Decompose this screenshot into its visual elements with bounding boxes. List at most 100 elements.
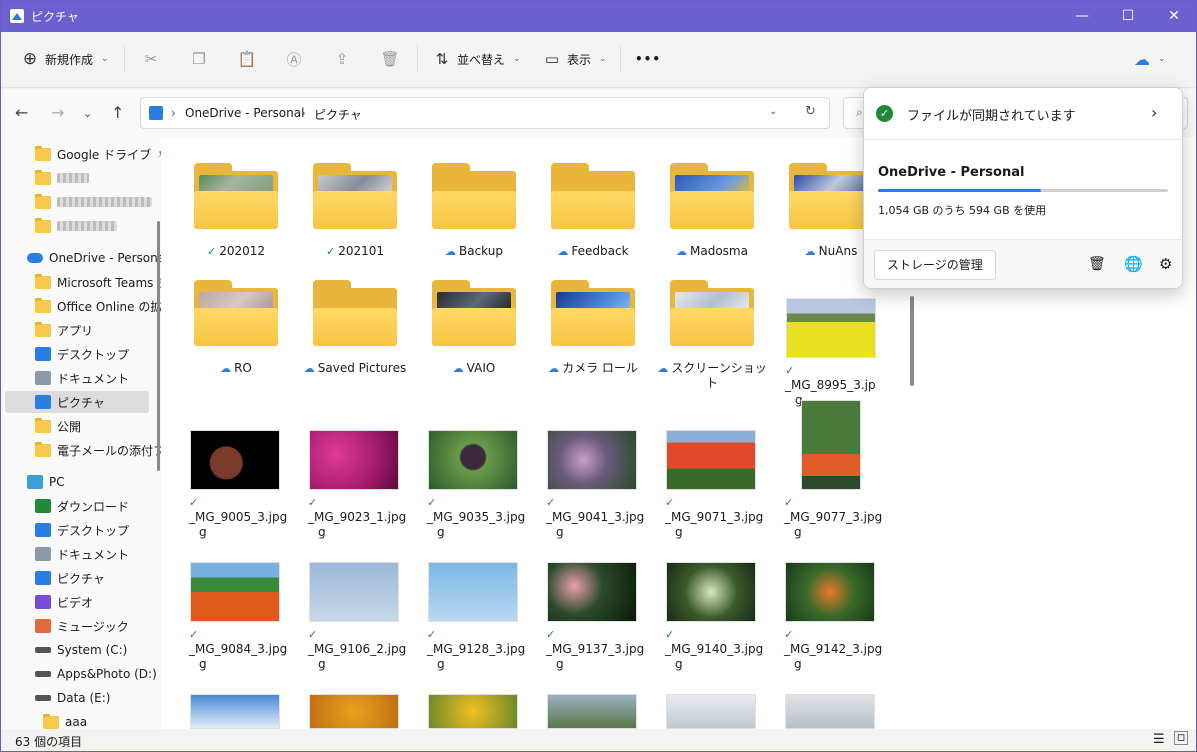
settings-gear-icon[interactable]: ⚙	[1159, 255, 1172, 273]
folder-tile[interactable]: ✓ 202012	[181, 151, 291, 261]
address-bar[interactable]: › OneDrive - Personal › ピクチャ ⌄ ↻	[140, 97, 830, 129]
paste-button[interactable]: 📋	[238, 42, 257, 76]
folder-tile[interactable]: ☁ Feedback	[538, 151, 648, 261]
folder-tile[interactable]: ☁ Saved Pictures	[300, 268, 410, 378]
sidebar-item-label: ダウンロード	[57, 499, 130, 514]
folder-tile[interactable]: ☁ Backup	[419, 151, 529, 261]
forward-arrow-icon[interactable]: →	[51, 103, 64, 122]
sidebar-item[interactable]	[35, 167, 89, 189]
manage-storage-button[interactable]: ストレージの管理	[874, 250, 996, 280]
breadcrumb-onedrive[interactable]: OneDrive - Personal	[185, 106, 304, 120]
address-dropdown-icon[interactable]: ⌄	[769, 106, 777, 117]
sidebar-item[interactable]: Google ドライブ📌	[35, 143, 161, 165]
up-arrow-icon[interactable]: ↑	[111, 103, 124, 122]
desktop-icon	[35, 347, 51, 361]
folder-name: カメラ ロール	[562, 361, 638, 375]
sidebar-item[interactable]: ドキュメント	[35, 543, 129, 565]
sidebar-item[interactable]: OneDrive - Persona	[27, 247, 161, 269]
sidebar-item[interactable]: aaa	[43, 711, 87, 729]
image-thumbnail[interactable]	[547, 562, 637, 622]
image-thumbnail[interactable]	[547, 430, 637, 490]
details-view-icon[interactable]: ☰	[1153, 732, 1165, 747]
tiles-view-icon[interactable]: ▫	[1174, 731, 1188, 745]
folder-name: Backup	[459, 244, 503, 258]
image-thumbnail[interactable]	[785, 694, 875, 729]
sidebar-item[interactable]: Data (E:)	[35, 687, 110, 709]
folder-label: ☁ RO	[181, 361, 291, 376]
delete-button[interactable]: 🗑	[380, 42, 399, 76]
content-scrollbar[interactable]	[910, 296, 914, 386]
sidebar-item[interactable]: ダウンロード	[35, 495, 129, 517]
image-thumbnail[interactable]	[309, 430, 399, 490]
storage-bar	[878, 189, 1168, 192]
back-arrow-icon[interactable]: ←	[15, 103, 28, 122]
sidebar-item[interactable]: ビデオ	[35, 591, 93, 613]
image-thumbnail[interactable]	[801, 400, 861, 490]
more-options-button[interactable]: •••	[635, 42, 661, 76]
image-thumbnail[interactable]	[786, 298, 876, 358]
image-thumbnail[interactable]	[428, 694, 518, 729]
sync-status-row[interactable]: ✓ ファイルが同期されています ›	[864, 88, 1182, 140]
image-thumbnail[interactable]	[190, 694, 280, 729]
image-thumbnail[interactable]	[309, 562, 399, 622]
folder-tile[interactable]: ☁ VAIO	[419, 268, 529, 378]
folder-icon	[43, 713, 59, 729]
folder-tile[interactable]: ☁ RO	[181, 268, 291, 378]
globe-icon[interactable]: 🌐	[1124, 255, 1143, 273]
sidebar-item[interactable]	[35, 191, 152, 213]
sidebar-item[interactable]: Apps&Photo (D:)	[35, 663, 157, 685]
sidebar-scrollbar[interactable]	[157, 221, 160, 471]
folder-tile[interactable]: ✓ 202101	[300, 151, 410, 261]
account-usage: OneDrive - Personal 1,054 GB のうち 594 GB …	[864, 140, 1182, 240]
folder-icon	[432, 280, 516, 346]
folder-label: ☁ カメラ ロール	[538, 361, 648, 376]
image-thumbnail[interactable]	[785, 562, 875, 622]
image-thumbnail[interactable]	[666, 694, 756, 729]
image-thumbnail[interactable]	[666, 430, 756, 490]
breadcrumb-pictures[interactable]: ピクチャ	[314, 106, 362, 123]
recent-chevron-icon[interactable]: ⌄	[83, 107, 92, 120]
image-thumbnail[interactable]	[428, 430, 518, 490]
recycle-bin-icon[interactable]: 🗑	[1088, 256, 1106, 272]
sidebar-item[interactable]: PC	[27, 471, 65, 493]
rename-button[interactable]: Ⓐ	[285, 42, 303, 76]
sort-button[interactable]: ⇅ 並べ替え ⌄	[433, 42, 521, 76]
sidebar-item[interactable]: デスクトップ	[35, 519, 129, 541]
image-thumbnail[interactable]	[190, 430, 280, 490]
share-button[interactable]: ⇪	[333, 42, 351, 76]
image-thumbnail[interactable]	[428, 562, 518, 622]
sidebar-item[interactable]: ピクチャ	[5, 391, 149, 413]
refresh-icon[interactable]: ↻	[805, 104, 816, 119]
copy-button[interactable]: ❐	[190, 42, 208, 76]
image-thumbnail[interactable]	[547, 694, 637, 729]
drive-icon	[35, 647, 51, 653]
sidebar-item[interactable]	[35, 215, 117, 237]
sidebar-item[interactable]: ミュージック	[35, 615, 129, 637]
sidebar-item[interactable]: アプリ	[35, 319, 93, 341]
folder-tile[interactable]: ☁ カメラ ロール	[538, 268, 648, 378]
view-button[interactable]: ▭ 表示 ⌄	[543, 42, 607, 76]
image-label: ✓_MG_9137_3.jpg g	[537, 627, 647, 672]
cut-button[interactable]: ✂	[142, 42, 160, 76]
sidebar-item-label: aaa	[65, 715, 88, 729]
new-button[interactable]: ⊕ 新規作成 ⌄	[21, 42, 109, 76]
sidebar-item[interactable]: 電子メールの添付フ	[35, 439, 161, 461]
image-name-wrap: g	[556, 657, 564, 671]
image-thumbnail[interactable]	[309, 694, 399, 729]
sidebar-item[interactable]: ドキュメント	[35, 367, 129, 389]
folder-tile[interactable]: ☁ Madosma	[657, 151, 767, 261]
maximize-button[interactable]: ☐	[1105, 1, 1151, 32]
sidebar-item[interactable]: System (C:)	[35, 639, 127, 661]
document-icon	[35, 547, 51, 561]
sidebar-item[interactable]: ピクチャ	[35, 567, 105, 589]
image-thumbnail[interactable]	[666, 562, 756, 622]
close-button[interactable]: ✕	[1151, 1, 1196, 32]
onedrive-button[interactable]: ☁ ⌄	[1134, 42, 1166, 76]
folder-tile[interactable]: ☁ スクリーンショット	[657, 268, 767, 390]
sidebar-item[interactable]: Office Online の拡	[35, 295, 161, 317]
image-thumbnail[interactable]	[190, 562, 280, 622]
sidebar-item[interactable]: デスクトップ	[35, 343, 129, 365]
sidebar-item[interactable]: 公開	[35, 415, 81, 437]
sidebar-item[interactable]: Microsoft Teams チ	[35, 271, 161, 293]
minimize-button[interactable]: —	[1059, 1, 1105, 32]
